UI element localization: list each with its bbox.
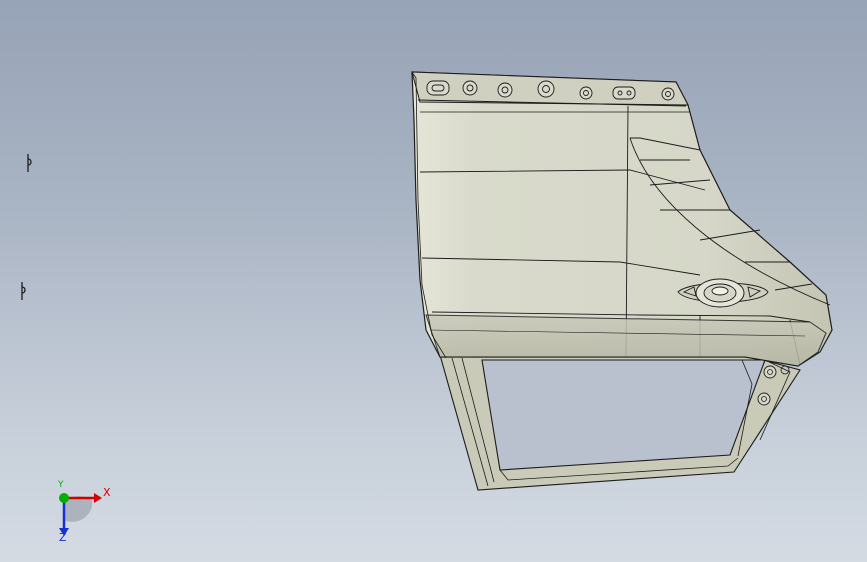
graphics-viewport[interactable]: X Y Z bbox=[0, 0, 867, 562]
door-panel-model[interactable] bbox=[0, 0, 867, 562]
coordinate-triad: X Y Z bbox=[40, 478, 120, 548]
x-axis-label: X bbox=[103, 486, 111, 499]
z-axis-label: Z bbox=[59, 531, 67, 544]
y-axis-label: Y bbox=[58, 480, 64, 490]
